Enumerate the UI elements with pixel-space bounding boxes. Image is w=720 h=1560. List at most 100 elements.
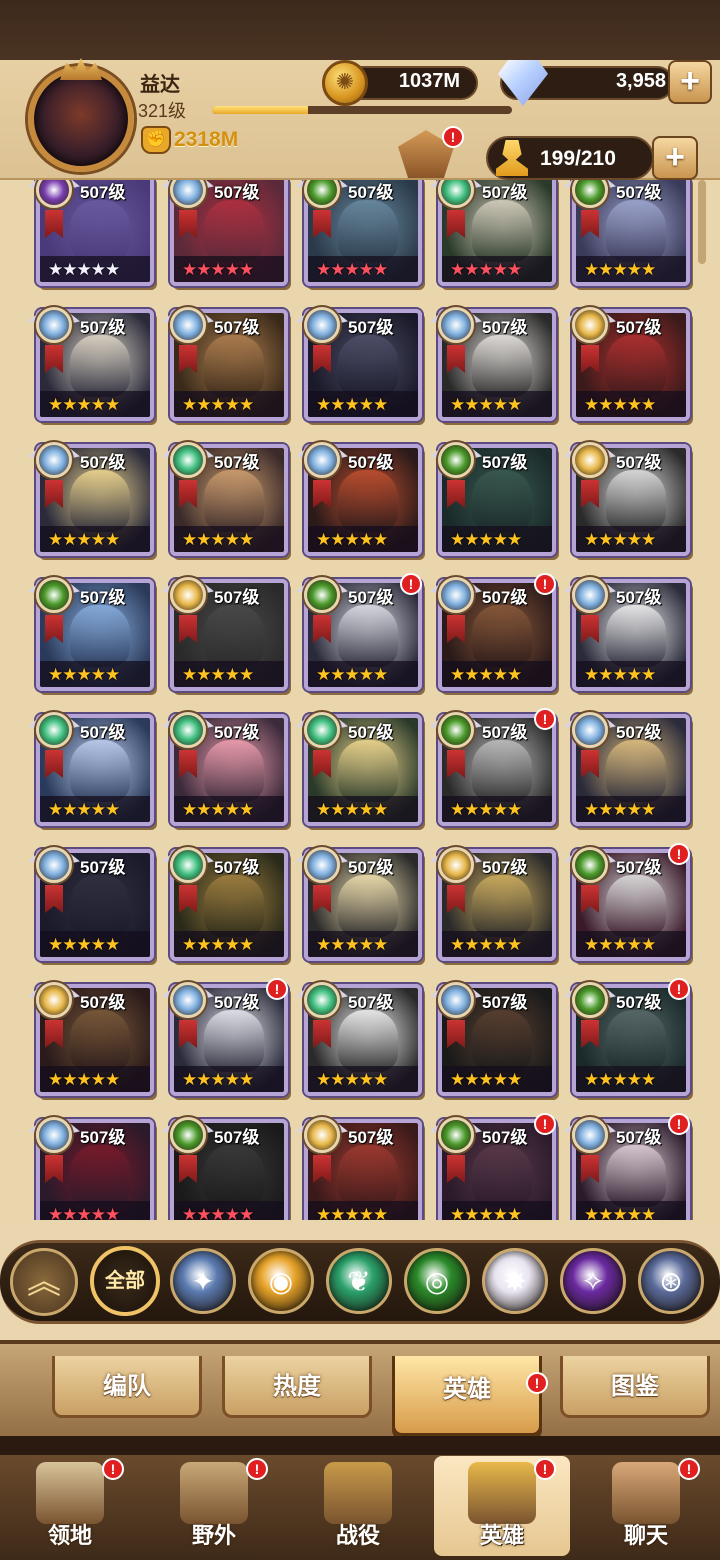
hero-silhouette	[606, 335, 666, 397]
hero-silhouette	[472, 470, 532, 532]
star-rating: ★★★★★	[182, 395, 254, 414]
star-rating: ★★★★★	[450, 665, 522, 684]
sword-emblem-icon	[324, 1462, 392, 1524]
filter-mauler-button[interactable]: ◉	[248, 1248, 314, 1314]
faction-graveborn-icon	[438, 442, 474, 478]
hero-alert-badge: !	[534, 573, 556, 595]
hero-silhouette	[606, 875, 666, 937]
xp-progress-fill	[212, 106, 308, 114]
faction-celestial-icon	[438, 577, 474, 613]
star-rating: ★★★★★	[48, 530, 120, 549]
add-gems-button[interactable]: +	[668, 60, 712, 104]
faction-graveborn-icon	[304, 577, 340, 613]
hero-level: 507级	[616, 318, 662, 337]
filter-wilder-button[interactable]: ❦	[326, 1248, 392, 1314]
hero-silhouette	[204, 1145, 264, 1207]
nav-label: 领地	[47, 1523, 92, 1548]
hero-silhouette	[204, 1010, 264, 1072]
faction-celestial-icon	[572, 577, 608, 613]
star-rating: ★★★★★	[316, 395, 388, 414]
star-rating: ★★★★★	[182, 260, 254, 279]
star-rating: ★★★★★	[584, 1070, 656, 1089]
hero-level: 507级	[616, 1128, 662, 1147]
faction-lightbearer-icon	[170, 577, 206, 613]
hero-helmet-icon	[468, 1462, 536, 1524]
faction-celestial-icon	[36, 442, 72, 478]
faction-celestial-icon	[36, 307, 72, 343]
hero-level: 507级	[616, 858, 662, 877]
nav-label: 野外	[191, 1523, 236, 1548]
tab-collection[interactable]: 图鉴	[560, 1356, 710, 1418]
faction-graveborn-icon	[572, 847, 608, 883]
nav-label: 聊天	[623, 1523, 668, 1548]
star-rating: ★★★★★	[48, 935, 120, 954]
player-level: 321级	[138, 101, 187, 121]
quest-alert-badge: !	[442, 126, 464, 148]
filter-graveborn-button[interactable]: ◎	[404, 1248, 470, 1314]
filter-all-button[interactable]: 全部	[90, 1246, 160, 1316]
hero-silhouette	[338, 1145, 398, 1207]
star-rating: ★★★★★	[48, 260, 120, 279]
hero-alert-badge: !	[668, 1113, 690, 1135]
star-rating: ★★★★★	[450, 800, 522, 819]
hero-level: 507级	[80, 993, 126, 1012]
nav-label: 战役	[335, 1523, 380, 1548]
filter-hypogean-button[interactable]: ✧	[560, 1248, 626, 1314]
faction-graveborn-icon	[438, 712, 474, 748]
hero-level: 507级	[348, 453, 394, 472]
hero-silhouette	[70, 470, 130, 532]
hero-silhouette	[472, 740, 532, 802]
star-rating: ★★★★★	[584, 1205, 656, 1220]
status-bar-background	[0, 0, 720, 60]
filter-celestial-button[interactable]: ✸	[482, 1248, 548, 1314]
tab-formation[interactable]: 编队	[52, 1356, 202, 1418]
collapse-filter-button[interactable]: ︽	[10, 1248, 78, 1316]
hero-level: 507级	[348, 588, 394, 607]
hero-level: 507级	[482, 723, 528, 742]
hero-silhouette	[606, 740, 666, 802]
faction-celestial-icon	[36, 847, 72, 883]
castle-icon	[36, 1462, 104, 1524]
nav-campaign[interactable]: 战役	[290, 1456, 426, 1556]
hero-level: 507级	[214, 588, 260, 607]
hero-silhouette	[338, 1010, 398, 1072]
hero-level: 507级	[482, 858, 528, 877]
hero-silhouette	[606, 1010, 666, 1072]
gold-coin-icon: ✺	[322, 60, 368, 106]
star-rating: ★★★★★	[316, 1205, 388, 1220]
hero-level: 507级	[214, 1128, 260, 1147]
filter-dimensional-button[interactable]: ⊛	[638, 1248, 704, 1314]
hero-level: 507级	[80, 183, 126, 202]
chat-bubble-icon	[612, 1462, 680, 1524]
hero-alert-badge: !	[266, 978, 288, 1000]
player-avatar[interactable]	[28, 66, 134, 172]
faction-celestial-icon	[170, 307, 206, 343]
hero-level: 507级	[616, 183, 662, 202]
faction-wilder-icon	[304, 712, 340, 748]
hero-level: 507级	[80, 588, 126, 607]
faction-celestial-icon	[304, 307, 340, 343]
hero-level: 507级	[616, 723, 662, 742]
star-rating: ★★★★★	[584, 260, 656, 279]
star-rating: ★★★★★	[584, 935, 656, 954]
add-hero-slots-button[interactable]: +	[652, 136, 698, 180]
faction-lightbearer-icon	[36, 982, 72, 1018]
star-rating: ★★★★★	[450, 1205, 522, 1220]
hero-grid-scrollbar[interactable]	[698, 180, 706, 264]
filter-lightbearer-button[interactable]: ✦	[170, 1248, 236, 1314]
hero-grid[interactable]: ★★★★★ 507级 ★★★★★ 507级 ★★★★★ 507级 ★★★★★ 507级 ★★★★…	[0, 180, 720, 1220]
faction-lightbearer-icon	[572, 442, 608, 478]
hero-level: 507级	[482, 1128, 528, 1147]
tab-popularity[interactable]: 热度	[222, 1356, 372, 1418]
faction-celestial-icon	[438, 307, 474, 343]
hero-level: 507级	[214, 723, 260, 742]
hero-level: 507级	[80, 318, 126, 337]
hero-slot-count: 199/210	[540, 147, 616, 170]
hero-level: 507级	[80, 858, 126, 877]
star-rating: ★★★★★	[182, 935, 254, 954]
hero-silhouette	[606, 470, 666, 532]
faction-celestial-icon	[572, 712, 608, 748]
tab-heroes[interactable]: 英雄	[392, 1356, 542, 1436]
hero-silhouette	[204, 740, 264, 802]
star-rating: ★★★★★	[584, 395, 656, 414]
